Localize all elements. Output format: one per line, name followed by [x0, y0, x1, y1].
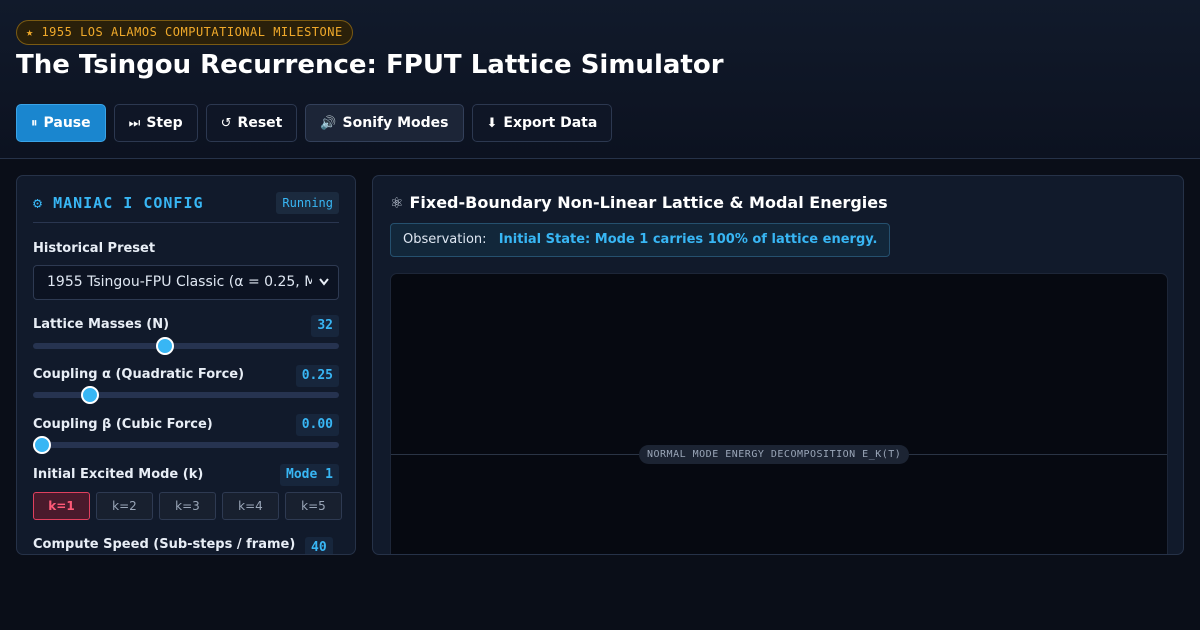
config-panel: ⚙ MANIAC I CONFIG Running Historical Pre… — [16, 175, 356, 555]
mode-value: Mode 1 — [280, 464, 339, 486]
beta-value: 0.00 — [295, 414, 339, 436]
alpha-label: Coupling α (Quadratic Force) — [33, 367, 245, 382]
reset-label: Reset — [237, 115, 283, 131]
chevron-down-icon — [318, 266, 330, 299]
mode-label: Initial Excited Mode (k) — [33, 467, 204, 482]
mode-selector: k=1 k=2 k=3 k=4 k=5 — [33, 492, 342, 520]
observation-label: Observation: — [403, 232, 487, 247]
observation-text: Initial State: Mode 1 carries 100% of la… — [498, 232, 878, 247]
modal-energy-label: NORMAL MODE ENERGY DECOMPOSITION E_K(T) — [639, 445, 910, 464]
masses-label: Lattice Masses (N) — [33, 317, 170, 332]
config-header: ⚙ MANIAC I CONFIG Running — [33, 192, 339, 223]
preset-label: Historical Preset — [33, 241, 156, 256]
export-data-button[interactable]: ⬇ Export Data — [471, 104, 613, 142]
mode-button-k2[interactable]: k=2 — [96, 492, 153, 520]
speed-label: Compute Speed (Sub-steps / frame) — [33, 537, 296, 552]
beta-slider[interactable] — [33, 436, 339, 454]
alpha-value: 0.25 — [295, 365, 339, 387]
mode-button-k1[interactable]: k=1 — [33, 492, 90, 520]
preset-select[interactable]: 1955 Tsingou-FPU Classic (α = 0.25, Mode… — [33, 265, 339, 300]
sonify-label: Sonify Modes — [342, 115, 449, 131]
step-label: Step — [146, 115, 183, 131]
export-label: Export Data — [503, 115, 598, 131]
simulation-title-text: Fixed-Boundary Non-Linear Lattice & Moda… — [409, 193, 888, 212]
mode-button-k3[interactable]: k=3 — [159, 492, 216, 520]
config-title-text: MANIAC I CONFIG — [53, 194, 204, 212]
atom-icon: ⚛ — [390, 194, 404, 212]
beta-slider-thumb[interactable] — [33, 436, 51, 454]
sonify-modes-button[interactable]: 🔊 Sonify Modes — [305, 104, 464, 142]
reset-icon: ↺ — [220, 115, 232, 131]
mode-button-k5[interactable]: k=5 — [285, 492, 342, 520]
page-title: The Tsingou Recurrence: FPUT Lattice Sim… — [16, 50, 724, 80]
alpha-slider-thumb[interactable] — [80, 386, 99, 404]
pause-label: Pause — [43, 115, 91, 131]
reset-button[interactable]: ↺ Reset — [205, 104, 298, 142]
beta-label: Coupling β (Cubic Force) — [33, 417, 213, 432]
simulation-panel: ⚛ Fixed-Boundary Non-Linear Lattice & Mod… — [372, 175, 1184, 555]
speed-value: 40 — [305, 537, 333, 554]
gear-icon: ⚙ — [33, 194, 44, 212]
observation-banner: Observation: Initial State: Mode 1 carri… — [390, 223, 891, 257]
config-title: ⚙ MANIAC I CONFIG — [33, 194, 204, 212]
pause-button[interactable]: ⏸ Pause — [16, 104, 106, 142]
alpha-slider[interactable] — [33, 386, 339, 404]
download-icon: ⬇ — [486, 115, 498, 131]
step-forward-icon: ⏭ — [128, 115, 141, 131]
lattice-canvas[interactable]: NORMAL MODE ENERGY DECOMPOSITION E_K(T) — [390, 273, 1168, 554]
toolbar: ⏸ Pause ⏭ Step ↺ Reset 🔊 Sonify Modes ⬇ … — [16, 104, 613, 142]
page-header: ★ 1955 LOS ALAMOS COMPUTATIONAL MILESTON… — [0, 0, 1200, 159]
speaker-icon: 🔊 — [320, 115, 337, 131]
masses-slider-thumb[interactable] — [155, 337, 174, 355]
masses-slider[interactable] — [33, 337, 339, 355]
pause-icon: ⏸ — [31, 115, 38, 131]
preset-value: 1955 Tsingou-FPU Classic (α = 0.25, Mode… — [47, 274, 312, 290]
masses-value: 32 — [311, 315, 339, 337]
mode-button-k4[interactable]: k=4 — [222, 492, 279, 520]
milestone-badge: ★ 1955 LOS ALAMOS COMPUTATIONAL MILESTON… — [16, 20, 353, 45]
status-badge: Running — [276, 192, 339, 214]
simulation-title: ⚛ Fixed-Boundary Non-Linear Lattice & Mod… — [390, 193, 888, 212]
step-button[interactable]: ⏭ Step — [113, 104, 198, 142]
